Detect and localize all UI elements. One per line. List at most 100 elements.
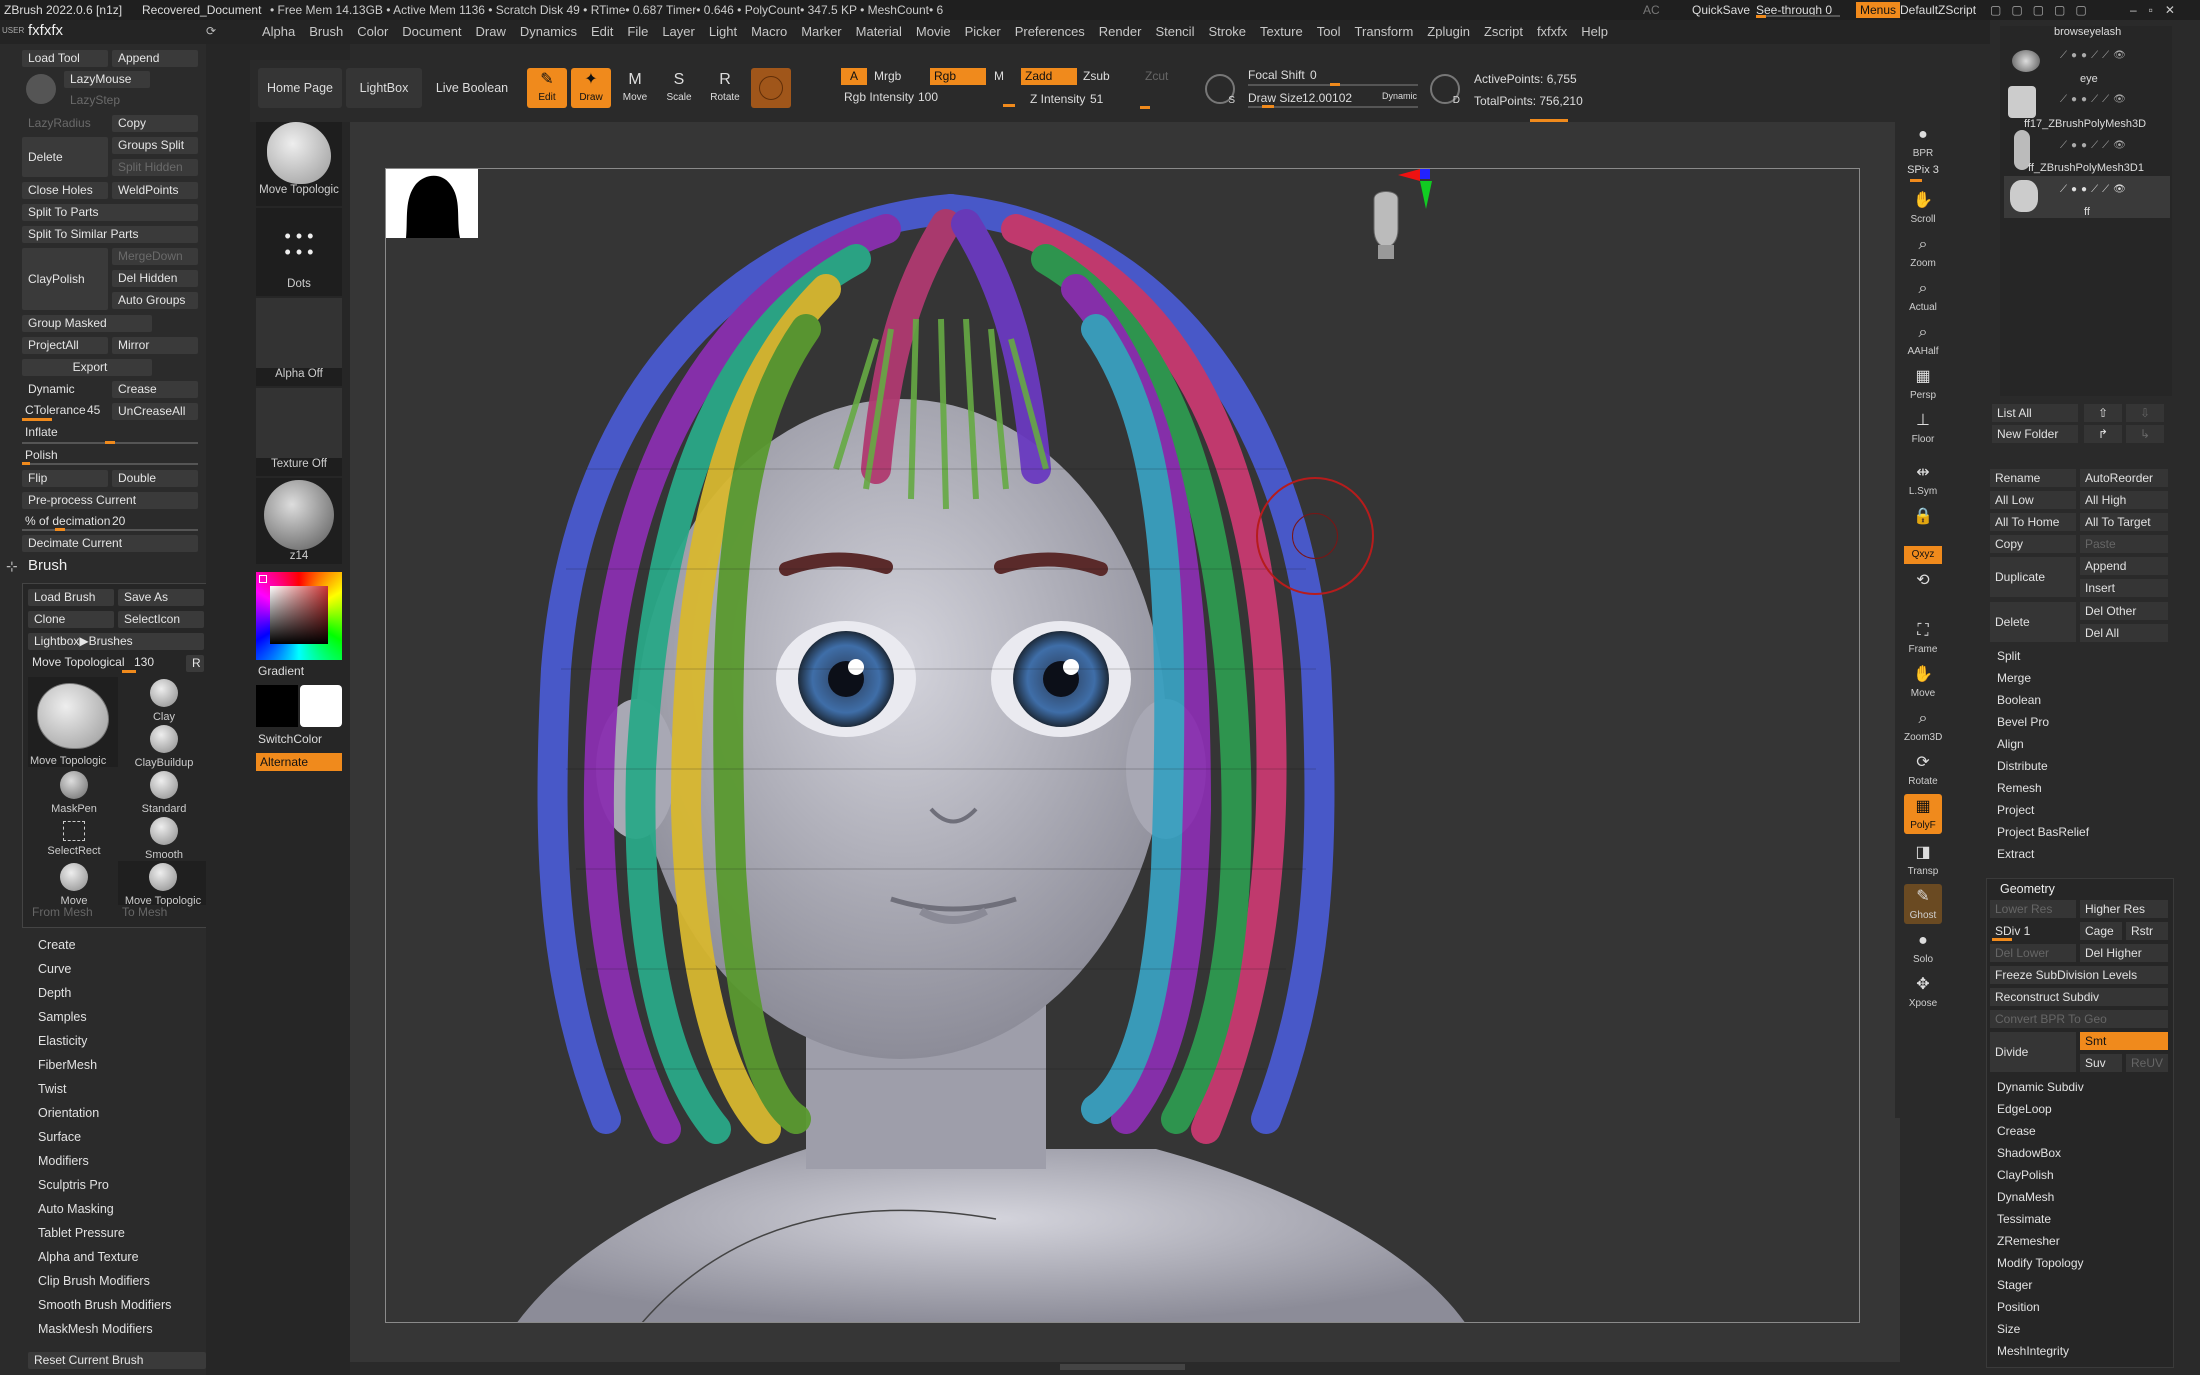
- subpalette-depth[interactable]: Depth: [38, 986, 71, 1000]
- subpalette-smooth-brush[interactable]: Smooth Brush Modifiers: [38, 1298, 171, 1312]
- append-button[interactable]: Append: [112, 50, 198, 67]
- flip-button[interactable]: Flip: [22, 470, 108, 487]
- lsym-button[interactable]: ⇹ L.Sym: [1904, 460, 1942, 500]
- menu-texture[interactable]: Texture: [1253, 20, 1310, 44]
- menu-alpha[interactable]: Alpha: [255, 20, 302, 44]
- menu-zplugin[interactable]: Zplugin: [1420, 20, 1477, 44]
- menu-zscript[interactable]: Zscript: [1477, 20, 1530, 44]
- menu-preferences[interactable]: Preferences: [1008, 20, 1092, 44]
- zoom-button[interactable]: ⌕ Zoom: [1904, 232, 1942, 272]
- document-canvas[interactable]: [385, 168, 1860, 1323]
- persp-button[interactable]: ▦ Persp: [1904, 364, 1942, 404]
- split-subpalette[interactable]: Split: [1997, 649, 2020, 663]
- axis-gizmo-icon[interactable]: [1398, 169, 1432, 211]
- focal-shift-icon[interactable]: S: [1205, 74, 1235, 106]
- cage-button[interactable]: Cage: [2080, 922, 2122, 940]
- stroke-tile[interactable]: • • • • • • Dots: [256, 208, 342, 296]
- menu-macro[interactable]: Macro: [744, 20, 794, 44]
- menu-fxfxfx[interactable]: fxfxfx: [1530, 20, 1574, 44]
- brush-maskpen[interactable]: MaskPen: [34, 769, 114, 815]
- ghost-button[interactable]: ✎ Ghost: [1904, 884, 1942, 924]
- crease-subpalette[interactable]: Crease: [1997, 1124, 2036, 1138]
- subpalette-alpha-texture[interactable]: Alpha and Texture: [38, 1250, 139, 1264]
- lazymouse-icon[interactable]: [26, 74, 56, 104]
- subpalette-sculptris-pro[interactable]: Sculptris Pro: [38, 1178, 109, 1192]
- groups-split-button[interactable]: Groups Split: [112, 137, 198, 154]
- subtool-toggles-0[interactable]: ⟋●●⟋⟋👁: [2060, 50, 2130, 61]
- lazymouse-button[interactable]: LazyMouse: [64, 71, 150, 88]
- brush-clay[interactable]: Clay: [124, 677, 204, 723]
- mirror-button[interactable]: Mirror: [112, 337, 198, 354]
- shelf-rotate-button[interactable]: ⟳ Rotate: [1904, 750, 1942, 790]
- weldpoints-button[interactable]: WeldPoints: [112, 182, 198, 199]
- alternate-button[interactable]: Alternate: [256, 753, 342, 771]
- brush-selectrect[interactable]: SelectRect: [34, 815, 114, 859]
- distribute-subpalette[interactable]: Distribute: [1997, 759, 2048, 773]
- edgeloop-subpalette[interactable]: EdgeLoop: [1997, 1102, 2052, 1116]
- quicksave-button[interactable]: QuickSave: [1692, 0, 1750, 20]
- brush-claybuildup[interactable]: ClayBuildup: [124, 723, 204, 769]
- all-low-button[interactable]: All Low: [1990, 491, 2076, 509]
- split-similar-button[interactable]: Split To Similar Parts: [22, 226, 198, 243]
- from-mesh-button[interactable]: From Mesh: [32, 905, 93, 919]
- subpalette-create[interactable]: Create: [38, 938, 76, 952]
- load-tool-button[interactable]: Load Tool: [22, 50, 108, 67]
- edit-button[interactable]: ✎ Edit: [527, 68, 567, 108]
- texture-tile[interactable]: Texture Off: [256, 388, 342, 476]
- folder-arrow-icon[interactable]: ↱: [2084, 425, 2122, 443]
- reuv-toggle[interactable]: ReUV: [2126, 1054, 2168, 1072]
- zcut-button[interactable]: Zcut: [1145, 69, 1168, 83]
- dynamic-button[interactable]: Dynamic: [22, 381, 108, 398]
- subpalette-modifiers[interactable]: Modifiers: [38, 1154, 89, 1168]
- eye-subtool-icon[interactable]: [2012, 50, 2040, 72]
- draw-size-slider[interactable]: [1262, 105, 1274, 108]
- material-swatch[interactable]: [751, 68, 791, 108]
- lower-res-button[interactable]: Lower Res: [1990, 900, 2076, 918]
- solo-button[interactable]: ● Solo: [1904, 928, 1942, 968]
- uncreaseall-button[interactable]: UnCreaseAll: [112, 403, 198, 420]
- subpalette-twist[interactable]: Twist: [38, 1082, 66, 1096]
- seethrough-slider[interactable]: See-through 0: [1756, 0, 1840, 20]
- shadowbox-subpalette[interactable]: ShadowBox: [1997, 1146, 2061, 1160]
- del-lower-button[interactable]: Del Lower: [1990, 944, 2076, 962]
- mergedown-button[interactable]: MergeDown: [112, 248, 198, 265]
- del-higher-button[interactable]: Del Higher: [2080, 944, 2168, 962]
- refresh-icon[interactable]: ⟳: [206, 24, 216, 38]
- delete-button[interactable]: Delete: [22, 137, 108, 177]
- menu-stroke[interactable]: Stroke: [1201, 20, 1253, 44]
- rstr-button[interactable]: Rstr: [2126, 922, 2168, 940]
- subpalette-tablet-pressure[interactable]: Tablet Pressure: [38, 1226, 125, 1240]
- brush-standard[interactable]: Standard: [124, 769, 204, 815]
- duplicate-button[interactable]: Duplicate: [1990, 557, 2076, 597]
- subpalette-orientation[interactable]: Orientation: [38, 1106, 99, 1120]
- polish-slider[interactable]: [22, 462, 30, 465]
- gradient-label[interactable]: Gradient: [258, 664, 304, 678]
- dynamic-toggle[interactable]: Dynamic: [1382, 91, 1417, 101]
- convert-bpr-button[interactable]: Convert BPR To Geo: [1990, 1010, 2168, 1028]
- lock-button[interactable]: 🔒: [1904, 504, 1942, 544]
- selecticon-button[interactable]: SelectIcon: [118, 611, 204, 628]
- reconstruct-subdiv-button[interactable]: Reconstruct Subdiv: [1990, 988, 2168, 1006]
- switchcolor-button[interactable]: SwitchColor: [258, 732, 322, 746]
- menu-render[interactable]: Render: [1092, 20, 1149, 44]
- lazystep-slider[interactable]: LazyStep: [64, 92, 150, 109]
- main-color-swatch[interactable]: [300, 685, 342, 727]
- qxyz-button[interactable]: Qxyz: [1904, 546, 1942, 564]
- subpalette-samples[interactable]: Samples: [38, 1010, 87, 1024]
- all-to-target-button[interactable]: All To Target: [2080, 513, 2168, 531]
- project-basrelief-subpalette[interactable]: Project BasRelief: [1997, 825, 2089, 839]
- group-masked-button[interactable]: Group Masked: [22, 315, 152, 332]
- zoom3d-button[interactable]: ⌕ Zoom3D: [1904, 706, 1942, 746]
- a-button[interactable]: A: [841, 68, 867, 85]
- draw-button[interactable]: ✦ Draw: [571, 68, 611, 108]
- secondary-color-swatch[interactable]: [256, 685, 298, 727]
- live-boolean-button[interactable]: Live Boolean: [426, 68, 518, 108]
- modify-topology-subpalette[interactable]: Modify Topology: [1997, 1256, 2084, 1270]
- all-high-button[interactable]: All High: [2080, 491, 2168, 509]
- menu-help[interactable]: Help: [1574, 20, 1615, 44]
- brush-thumb-main[interactable]: Move Topologic: [28, 677, 118, 767]
- menu-transform[interactable]: Transform: [1348, 20, 1421, 44]
- claypolish-subpalette[interactable]: ClayPolish: [1997, 1168, 2054, 1182]
- bevel-pro-subpalette[interactable]: Bevel Pro: [1997, 715, 2049, 729]
- menu-stencil[interactable]: Stencil: [1148, 20, 1201, 44]
